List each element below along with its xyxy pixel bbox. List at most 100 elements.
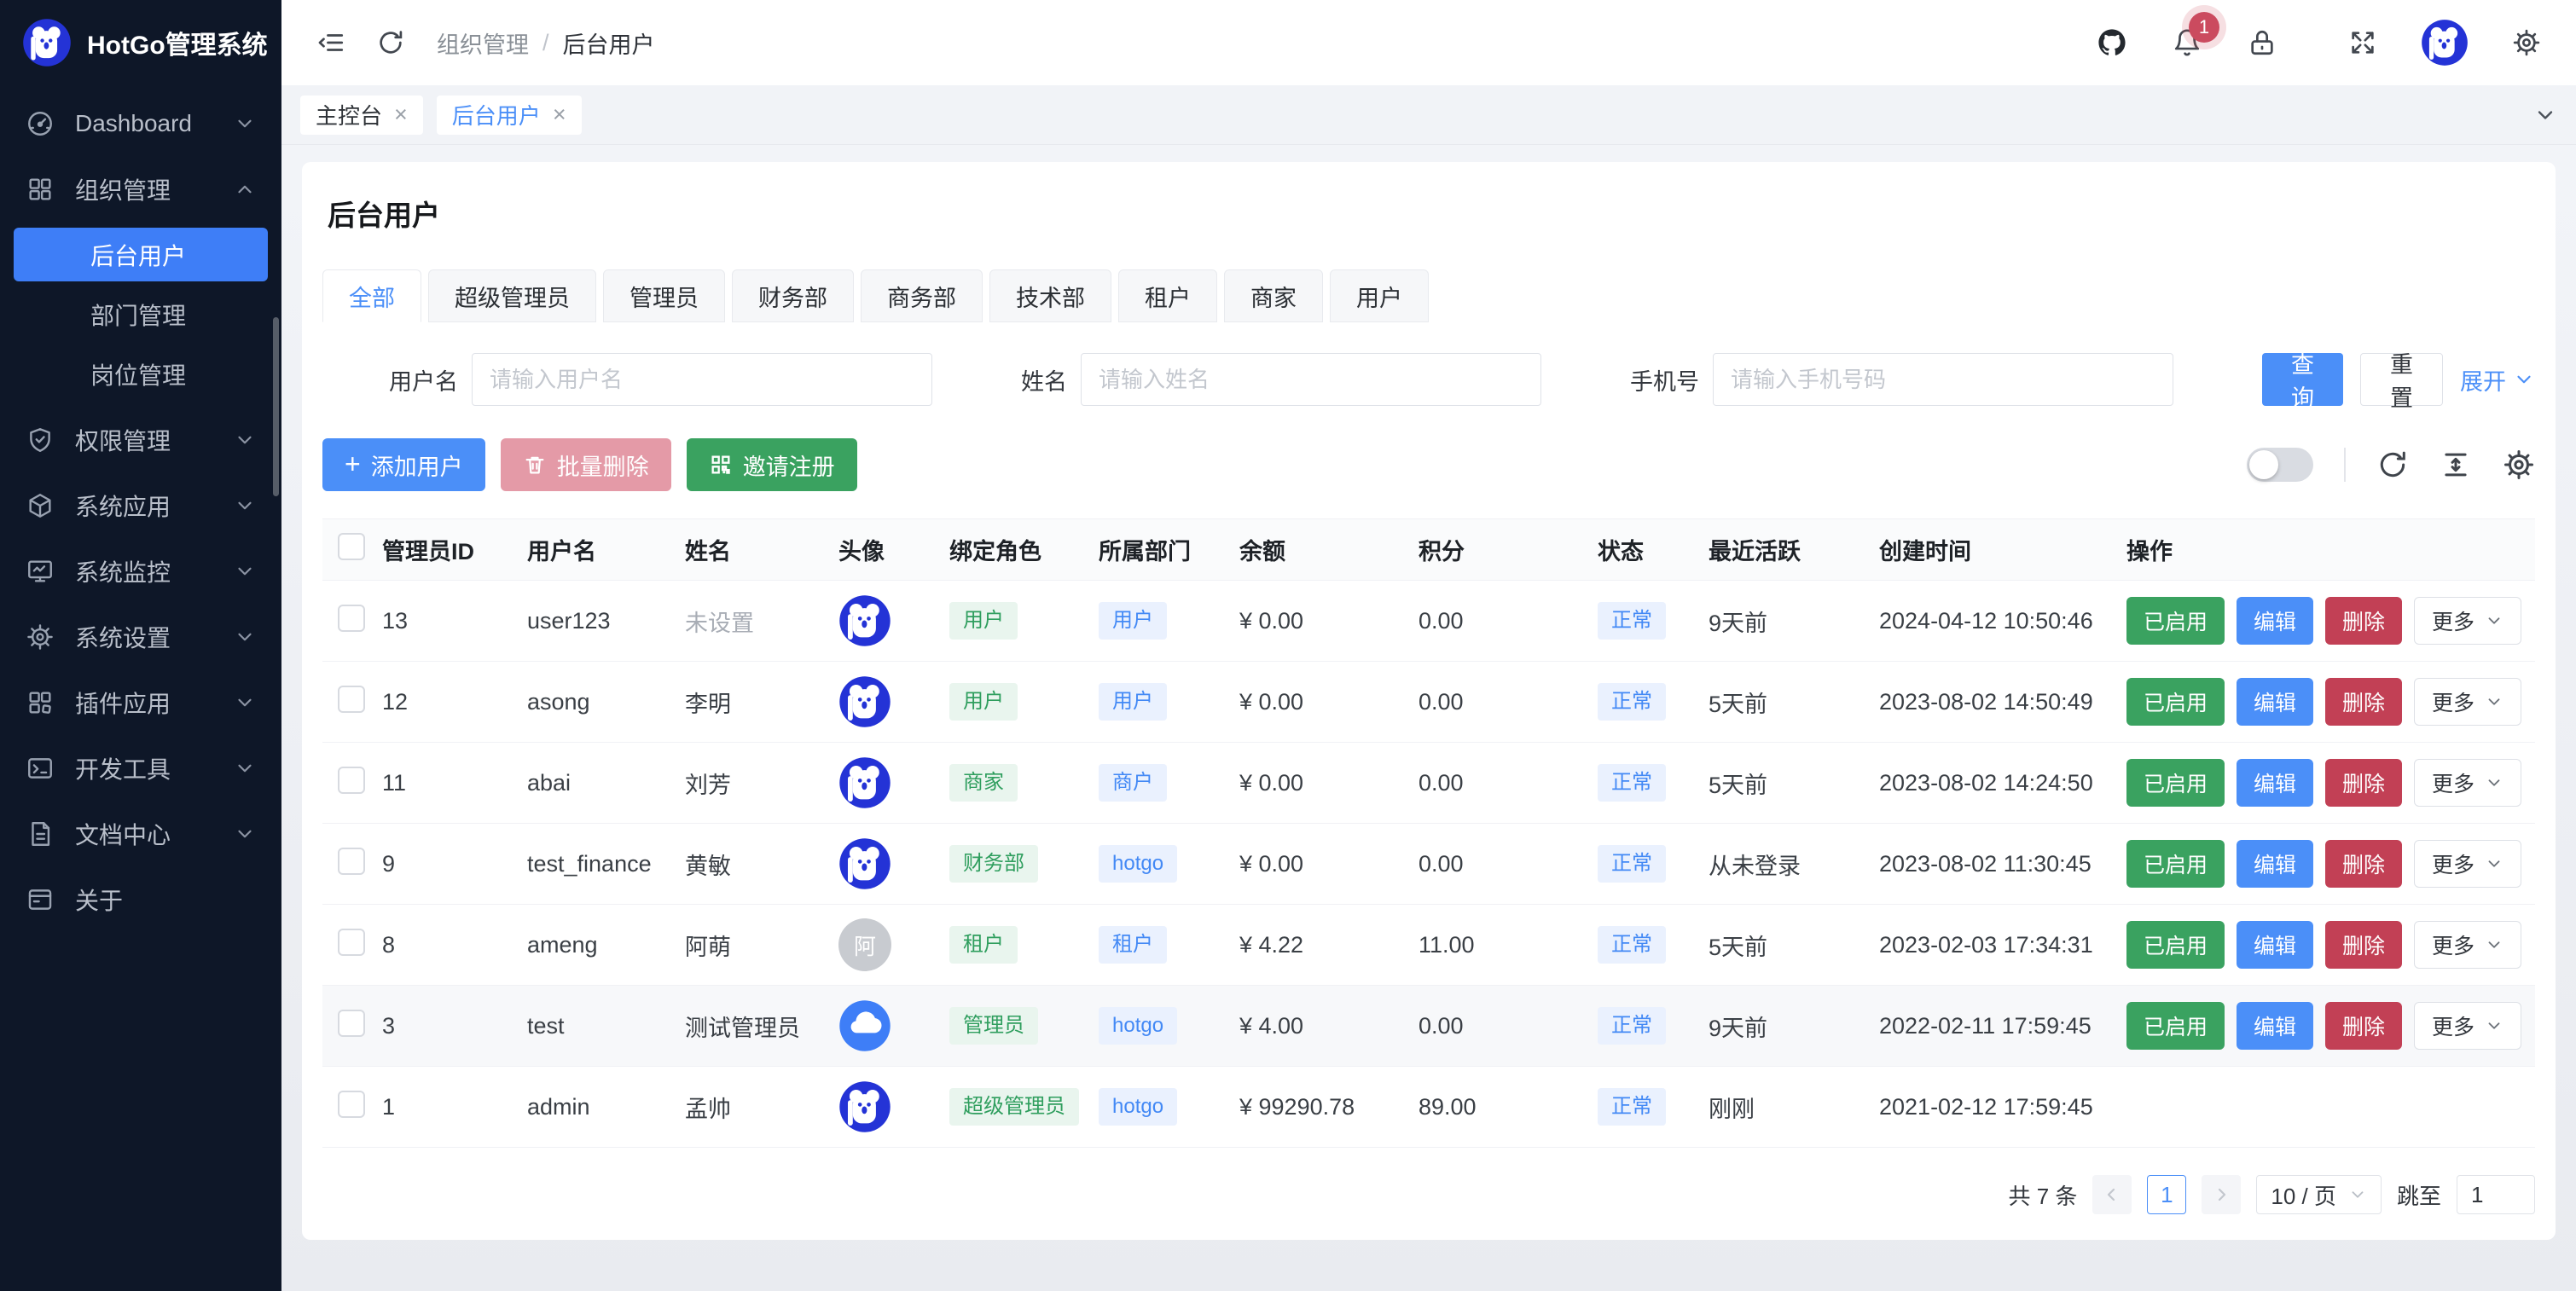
delete-button[interactable]: 删除 — [2325, 597, 2402, 645]
cell-balance: ¥ 0.00 — [1239, 689, 1419, 715]
prev-page-button[interactable] — [2092, 1175, 2132, 1214]
role-tag: 管理员 — [949, 1007, 1038, 1045]
query-button[interactable]: 查询 — [2262, 353, 2343, 406]
more-button[interactable]: 更多 — [2414, 759, 2521, 807]
realname-input[interactable] — [1081, 353, 1541, 406]
breadcrumb-parent[interactable]: 组织管理 — [437, 26, 529, 60]
reset-button[interactable]: 重置 — [2360, 353, 2443, 406]
edit-button[interactable]: 编辑 — [2237, 759, 2313, 807]
delete-button[interactable]: 删除 — [2325, 678, 2402, 726]
expand-link[interactable]: 展开 — [2460, 363, 2535, 397]
enabled-button[interactable]: 已启用 — [2126, 759, 2225, 807]
sidebar-item-about[interactable]: 关于 — [0, 866, 281, 932]
close-icon[interactable]: × — [553, 103, 566, 126]
sidebar-item-docs[interactable]: 文档中心 — [0, 801, 281, 866]
sidebar-item-sysapp[interactable]: 系统应用 — [0, 472, 281, 538]
delete-button[interactable]: 删除 — [2325, 840, 2402, 888]
column-settings-gear-icon[interactable] — [2503, 449, 2535, 481]
mobile-input[interactable] — [1713, 353, 2173, 406]
user-avatar[interactable] — [2421, 19, 2469, 67]
fullscreen-icon[interactable] — [2346, 26, 2380, 60]
edit-button[interactable]: 编辑 — [2237, 840, 2313, 888]
edit-button[interactable]: 编辑 — [2237, 678, 2313, 726]
enabled-button[interactable]: 已启用 — [2126, 921, 2225, 969]
delete-button[interactable]: 删除 — [2325, 921, 2402, 969]
edit-button[interactable]: 编辑 — [2237, 1002, 2313, 1050]
sidebar-collapse-icon[interactable] — [314, 26, 348, 60]
more-button[interactable]: 更多 — [2414, 921, 2521, 969]
table-refresh-icon[interactable] — [2376, 449, 2409, 481]
striped-toggle[interactable] — [2247, 448, 2313, 482]
sidebar-item-sysset[interactable]: 系统设置 — [0, 604, 281, 669]
page-tab-console[interactable]: 主控台 × — [300, 96, 423, 135]
plus-icon: + — [345, 450, 361, 478]
more-button[interactable]: 更多 — [2414, 840, 2521, 888]
jump-page-input[interactable] — [2457, 1175, 2535, 1214]
add-user-button[interactable]: + 添加用户 — [322, 438, 485, 491]
edit-button[interactable]: 编辑 — [2237, 597, 2313, 645]
more-button[interactable]: 更多 — [2414, 1002, 2521, 1050]
role-filter-tab-merchant[interactable]: 商家 — [1224, 269, 1323, 322]
role-filter-tab-super-admin[interactable]: 超级管理员 — [428, 269, 596, 322]
role-filter-tab-user[interactable]: 用户 — [1330, 269, 1429, 322]
username-input[interactable] — [472, 353, 932, 406]
cell-actions: 已启用 编辑 删除 更多 — [2126, 1002, 2535, 1050]
role-filter-tab-all[interactable]: 全部 — [322, 269, 421, 322]
more-button[interactable]: 更多 — [2414, 597, 2521, 645]
row-checkbox[interactable] — [338, 686, 365, 713]
row-checkbox[interactable] — [338, 848, 365, 875]
sidebar-scrollbar[interactable] — [273, 317, 279, 496]
page-tab-backend-users[interactable]: 后台用户 × — [437, 96, 582, 135]
sidebar-item-sysmon[interactable]: 系统监控 — [0, 538, 281, 604]
pagination: 共 7 条 1 10 / 页 跳至 — [322, 1148, 2535, 1214]
sidebar-subitem-dept[interactable]: 部门管理 — [14, 287, 268, 341]
enabled-button[interactable]: 已启用 — [2126, 597, 2225, 645]
row-checkbox[interactable] — [338, 1091, 365, 1118]
tabbar-chevron-down-icon[interactable] — [2533, 103, 2557, 127]
column-header: 管理员ID — [382, 533, 527, 566]
enabled-button[interactable]: 已启用 — [2126, 1002, 2225, 1050]
lock-icon[interactable] — [2245, 26, 2279, 60]
sidebar-subitem-post[interactable]: 岗位管理 — [14, 347, 268, 401]
cell-points: 0.00 — [1419, 1013, 1598, 1039]
delete-button[interactable]: 删除 — [2325, 1002, 2402, 1050]
close-icon[interactable]: × — [394, 103, 408, 126]
row-density-icon[interactable] — [2440, 449, 2472, 481]
page-number-button[interactable]: 1 — [2147, 1175, 2186, 1214]
role-filter-tab-tech[interactable]: 技术部 — [989, 269, 1111, 322]
enabled-button[interactable]: 已启用 — [2126, 678, 2225, 726]
column-header: 余额 — [1239, 533, 1419, 566]
sidebar-item-dashboard[interactable]: Dashboard — [0, 90, 281, 156]
invite-register-button[interactable]: 邀请注册 — [687, 438, 857, 491]
enabled-button[interactable]: 已启用 — [2126, 840, 2225, 888]
delete-button[interactable]: 删除 — [2325, 759, 2402, 807]
cell-username: test — [527, 1013, 685, 1039]
row-checkbox[interactable] — [338, 605, 365, 632]
role-filter-tab-finance[interactable]: 财务部 — [732, 269, 854, 322]
row-checkbox[interactable] — [338, 929, 365, 956]
next-page-button[interactable] — [2202, 1175, 2241, 1214]
row-checkbox[interactable] — [338, 1010, 365, 1037]
sidebar-subitem-backend-users[interactable]: 后台用户 — [14, 228, 268, 281]
sidebar-item-perm[interactable]: 权限管理 — [0, 407, 281, 472]
role-filter-tab-tenant[interactable]: 租户 — [1118, 269, 1217, 322]
select-all-checkbox[interactable] — [338, 533, 365, 560]
refresh-icon[interactable] — [374, 26, 408, 60]
table-controls — [2247, 448, 2535, 482]
table-row: 12 asong 李明 用户 用户 ¥ 0.00 0.00 正常 5天前 202… — [322, 662, 2535, 743]
sidebar-item-plugin[interactable]: 插件应用 — [0, 669, 281, 735]
page-size-select[interactable]: 10 / 页 — [2256, 1175, 2382, 1214]
edit-button[interactable]: 编辑 — [2237, 921, 2313, 969]
batch-delete-button[interactable]: 批量删除 — [501, 438, 671, 491]
role-filter-tab-admin[interactable]: 管理员 — [603, 269, 725, 322]
github-icon[interactable] — [2095, 26, 2129, 60]
more-button[interactable]: 更多 — [2414, 678, 2521, 726]
main-area: 组织管理 / 后台用户 1 — [281, 0, 2576, 1291]
filter-group: 用户名 — [389, 353, 932, 406]
sidebar-item-devtool[interactable]: 开发工具 — [0, 735, 281, 801]
content-area: 后台用户 全部 超级管理员 管理员 财务部 商务部 技术部 租户 商家 用户 用… — [281, 145, 2576, 1291]
sidebar-item-org[interactable]: 组织管理 — [0, 156, 281, 222]
settings-gear-icon[interactable] — [2509, 26, 2544, 60]
row-checkbox[interactable] — [338, 767, 365, 794]
role-filter-tab-business[interactable]: 商务部 — [861, 269, 983, 322]
